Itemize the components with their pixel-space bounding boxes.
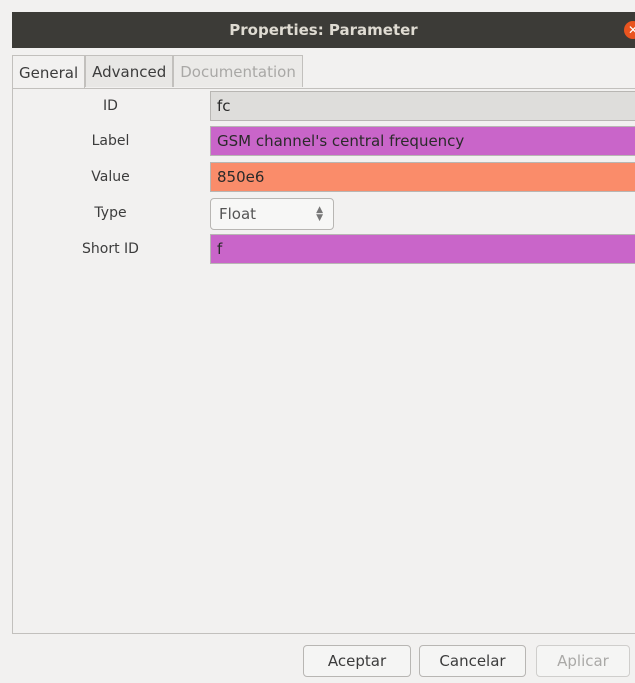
label-field[interactable]: GSM channel's central frequency <box>210 126 635 156</box>
short-id-row: Short ID f <box>13 234 635 264</box>
id-field[interactable]: fc <box>210 91 635 121</box>
ok-button[interactable]: Aceptar <box>303 645 411 677</box>
type-label: Type <box>94 205 127 221</box>
tab-general[interactable]: General <box>12 55 86 89</box>
tab-documentation: Documentation <box>173 55 303 87</box>
tab-advanced[interactable]: Advanced <box>85 55 174 87</box>
window-title: Properties: Parameter <box>229 21 418 39</box>
up-down-arrows-icon: ▲ ▼ <box>316 205 323 223</box>
value-row: Value 850e6 <box>13 162 635 192</box>
close-icon[interactable]: ✕ <box>624 21 635 39</box>
apply-button: Aplicar <box>536 645 630 677</box>
value-field[interactable]: 850e6 <box>210 162 635 192</box>
short-id-label: Short ID <box>82 241 139 257</box>
id-label: ID <box>103 98 118 114</box>
id-row: ID fc <box>13 91 635 121</box>
general-panel: ID fc Label GSM channel's central freque… <box>12 88 635 634</box>
window-titlebar: Properties: Parameter ✕ <box>12 12 635 48</box>
value-label: Value <box>91 169 130 185</box>
type-select-value: Float <box>219 205 257 223</box>
type-row: Type Float ▲ ▼ <box>13 198 635 230</box>
tab-bar: General Advanced Documentation <box>12 55 303 89</box>
label-label: Label <box>91 133 130 149</box>
label-row: Label GSM channel's central frequency <box>13 126 635 156</box>
cancel-button[interactable]: Cancelar <box>419 645 526 677</box>
short-id-field[interactable]: f <box>210 234 635 264</box>
type-select[interactable]: Float ▲ ▼ <box>210 198 334 230</box>
